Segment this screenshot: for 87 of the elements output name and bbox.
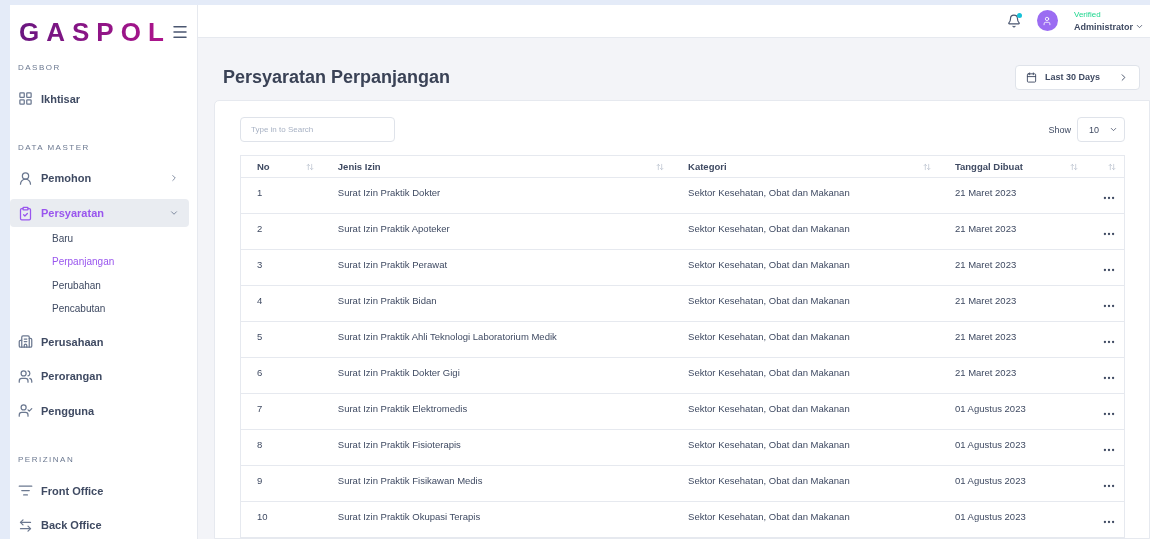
table-cell: Surat Izin Praktik Elektromedis [337, 403, 468, 414]
table-cell: Surat Izin Praktik Ahli Teknologi Laboratorium Medik [337, 331, 557, 342]
table-cell: 10 [257, 511, 268, 522]
table-cell: Surat Izin Praktik Bidan [337, 295, 437, 306]
user-menu[interactable]: Administrator [1074, 21, 1144, 32]
table-cell: 01 Agustus 2023 [954, 439, 1026, 450]
nav-label: Pengguna [41, 404, 96, 417]
submenu-item[interactable]: Perubahan [10, 273, 189, 298]
user-icon [18, 170, 33, 186]
column-header[interactable]: Tanggal Dibuat [954, 161, 1023, 172]
submenu-item[interactable]: Pencabutan [10, 297, 189, 321]
section-heading: DATA MASTER [17, 142, 91, 152]
table-cell: Surat Izin Praktik Apoteker [337, 223, 450, 234]
avatar[interactable] [1037, 10, 1058, 32]
table-cell: 2 [257, 223, 263, 234]
table-cell: 21 Maret 2023 [954, 187, 1017, 198]
table-cell: Surat Izin Praktik Fisioterapis [337, 439, 461, 450]
nav-item[interactable]: Pemohon [10, 164, 189, 193]
column-header[interactable]: Kategori [688, 161, 727, 172]
table-cell: Surat Izin Praktik Dokter Gigi [337, 367, 460, 378]
table-cell: Sektor Kesehatan, Obat dan Makanan [688, 475, 850, 486]
calendar-icon [1025, 71, 1037, 83]
submenu-item[interactable]: Baru [10, 226, 189, 251]
nav-item[interactable]: Perorangan [10, 362, 189, 391]
table-cell: 21 Maret 2023 [954, 331, 1017, 342]
table-cell: 21 Maret 2023 [954, 223, 1017, 234]
column-header[interactable]: Jenis Izin [337, 161, 381, 172]
table-cell: 21 Maret 2023 [954, 295, 1017, 306]
page-title: Persyaratan Perpanjangan [223, 66, 451, 88]
table-cell: Sektor Kesehatan, Obat dan Makanan [688, 403, 850, 414]
nav-label: Back Office [41, 519, 103, 532]
section-heading: DASBOR [17, 63, 62, 72]
show-label: Show [1048, 124, 1071, 135]
clipboard-check-icon [18, 205, 33, 221]
nav-label: Pemohon [41, 172, 93, 185]
table-cell: 9 [257, 475, 263, 486]
nav-item[interactable]: Persyaratan [10, 199, 189, 227]
table-cell: 21 Maret 2023 [954, 259, 1017, 270]
table-cell: Sektor Kesehatan, Obat dan Makanan [688, 439, 850, 450]
page-size-select[interactable]: 10 [1077, 117, 1125, 142]
table-cell: 4 [257, 295, 263, 306]
users-icon [18, 368, 33, 384]
arrows-icon [18, 517, 33, 533]
nav-item[interactable]: Ikhtisar [10, 85, 189, 113]
table-cell: 21 Maret 2023 [954, 367, 1017, 378]
submenu-item[interactable]: Perpanjangan [10, 250, 189, 274]
nav-label: Perorangan [41, 370, 104, 383]
column-header[interactable]: No [257, 161, 270, 172]
table-cell: Sektor Kesehatan, Obat dan Makanan [688, 259, 850, 270]
nav-item[interactable]: Back Office [10, 511, 189, 539]
table-cell: 7 [257, 403, 263, 414]
table-cell: 6 [257, 367, 263, 378]
chevron-down-icon [1109, 125, 1118, 134]
table-cell: Sektor Kesehatan, Obat dan Makanan [688, 187, 850, 198]
grid-icon [18, 91, 33, 107]
nav-label: Front Office [41, 484, 105, 497]
table-cell: Surat Izin Praktik Fisikawan Medis [337, 475, 483, 486]
date-range-button[interactable]: Last 30 Days [1014, 64, 1140, 90]
table-cell: 3 [257, 259, 263, 270]
user-status: Verified [1074, 9, 1102, 19]
nav-label: Perusahaan [41, 335, 105, 348]
nav-item[interactable]: Pengguna [10, 397, 189, 425]
building-icon [18, 334, 33, 350]
table-cell: Sektor Kesehatan, Obat dan Makanan [688, 223, 850, 234]
table-cell: Surat Izin Praktik Dokter [337, 187, 441, 198]
search-field[interactable]: Type in to Search [240, 117, 395, 142]
menu-icon[interactable] [171, 23, 189, 41]
table-cell: 5 [257, 331, 263, 342]
table-cell: Sektor Kesehatan, Obat dan Makanan [688, 295, 850, 306]
table-cell: Surat Izin Praktik Okupasi Terapis [337, 511, 481, 522]
nav-label: Persyaratan [41, 207, 105, 220]
table-cell: 01 Agustus 2023 [954, 511, 1026, 522]
table-cell: 1 [257, 187, 263, 198]
table-cell: 01 Agustus 2023 [954, 475, 1026, 486]
table-cell: Sektor Kesehatan, Obat dan Makanan [688, 511, 850, 522]
nav-item[interactable]: Perusahaan [10, 327, 189, 356]
table-cell: 8 [257, 439, 263, 450]
user-check-icon [18, 403, 33, 419]
table-cell: Sektor Kesehatan, Obat dan Makanan [688, 367, 850, 378]
bell-icon[interactable] [1007, 13, 1021, 28]
section-heading: PERIZINAN [17, 454, 76, 464]
table-cell: 01 Agustus 2023 [954, 403, 1026, 414]
nav-item[interactable]: Front Office [10, 476, 189, 505]
table-cell: Sektor Kesehatan, Obat dan Makanan [688, 331, 850, 342]
filter-icon [18, 483, 33, 499]
nav-label: Ikhtisar [41, 92, 82, 105]
table-cell: Surat Izin Praktik Perawat [337, 259, 448, 270]
